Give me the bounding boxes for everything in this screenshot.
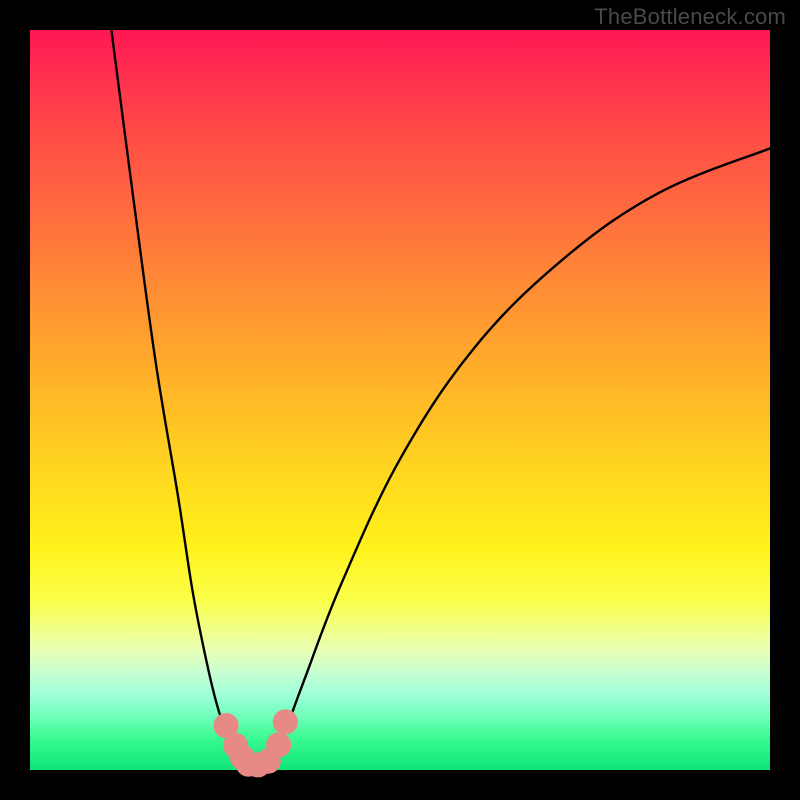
chart-area	[30, 30, 770, 770]
highlight-marker	[273, 709, 298, 734]
watermark-text: TheBottleneck.com	[594, 4, 786, 30]
highlight-marker	[266, 732, 291, 757]
chart-svg	[30, 30, 770, 770]
curve-right	[267, 148, 770, 770]
chart-floor	[30, 764, 770, 770]
curve-left	[111, 30, 252, 770]
